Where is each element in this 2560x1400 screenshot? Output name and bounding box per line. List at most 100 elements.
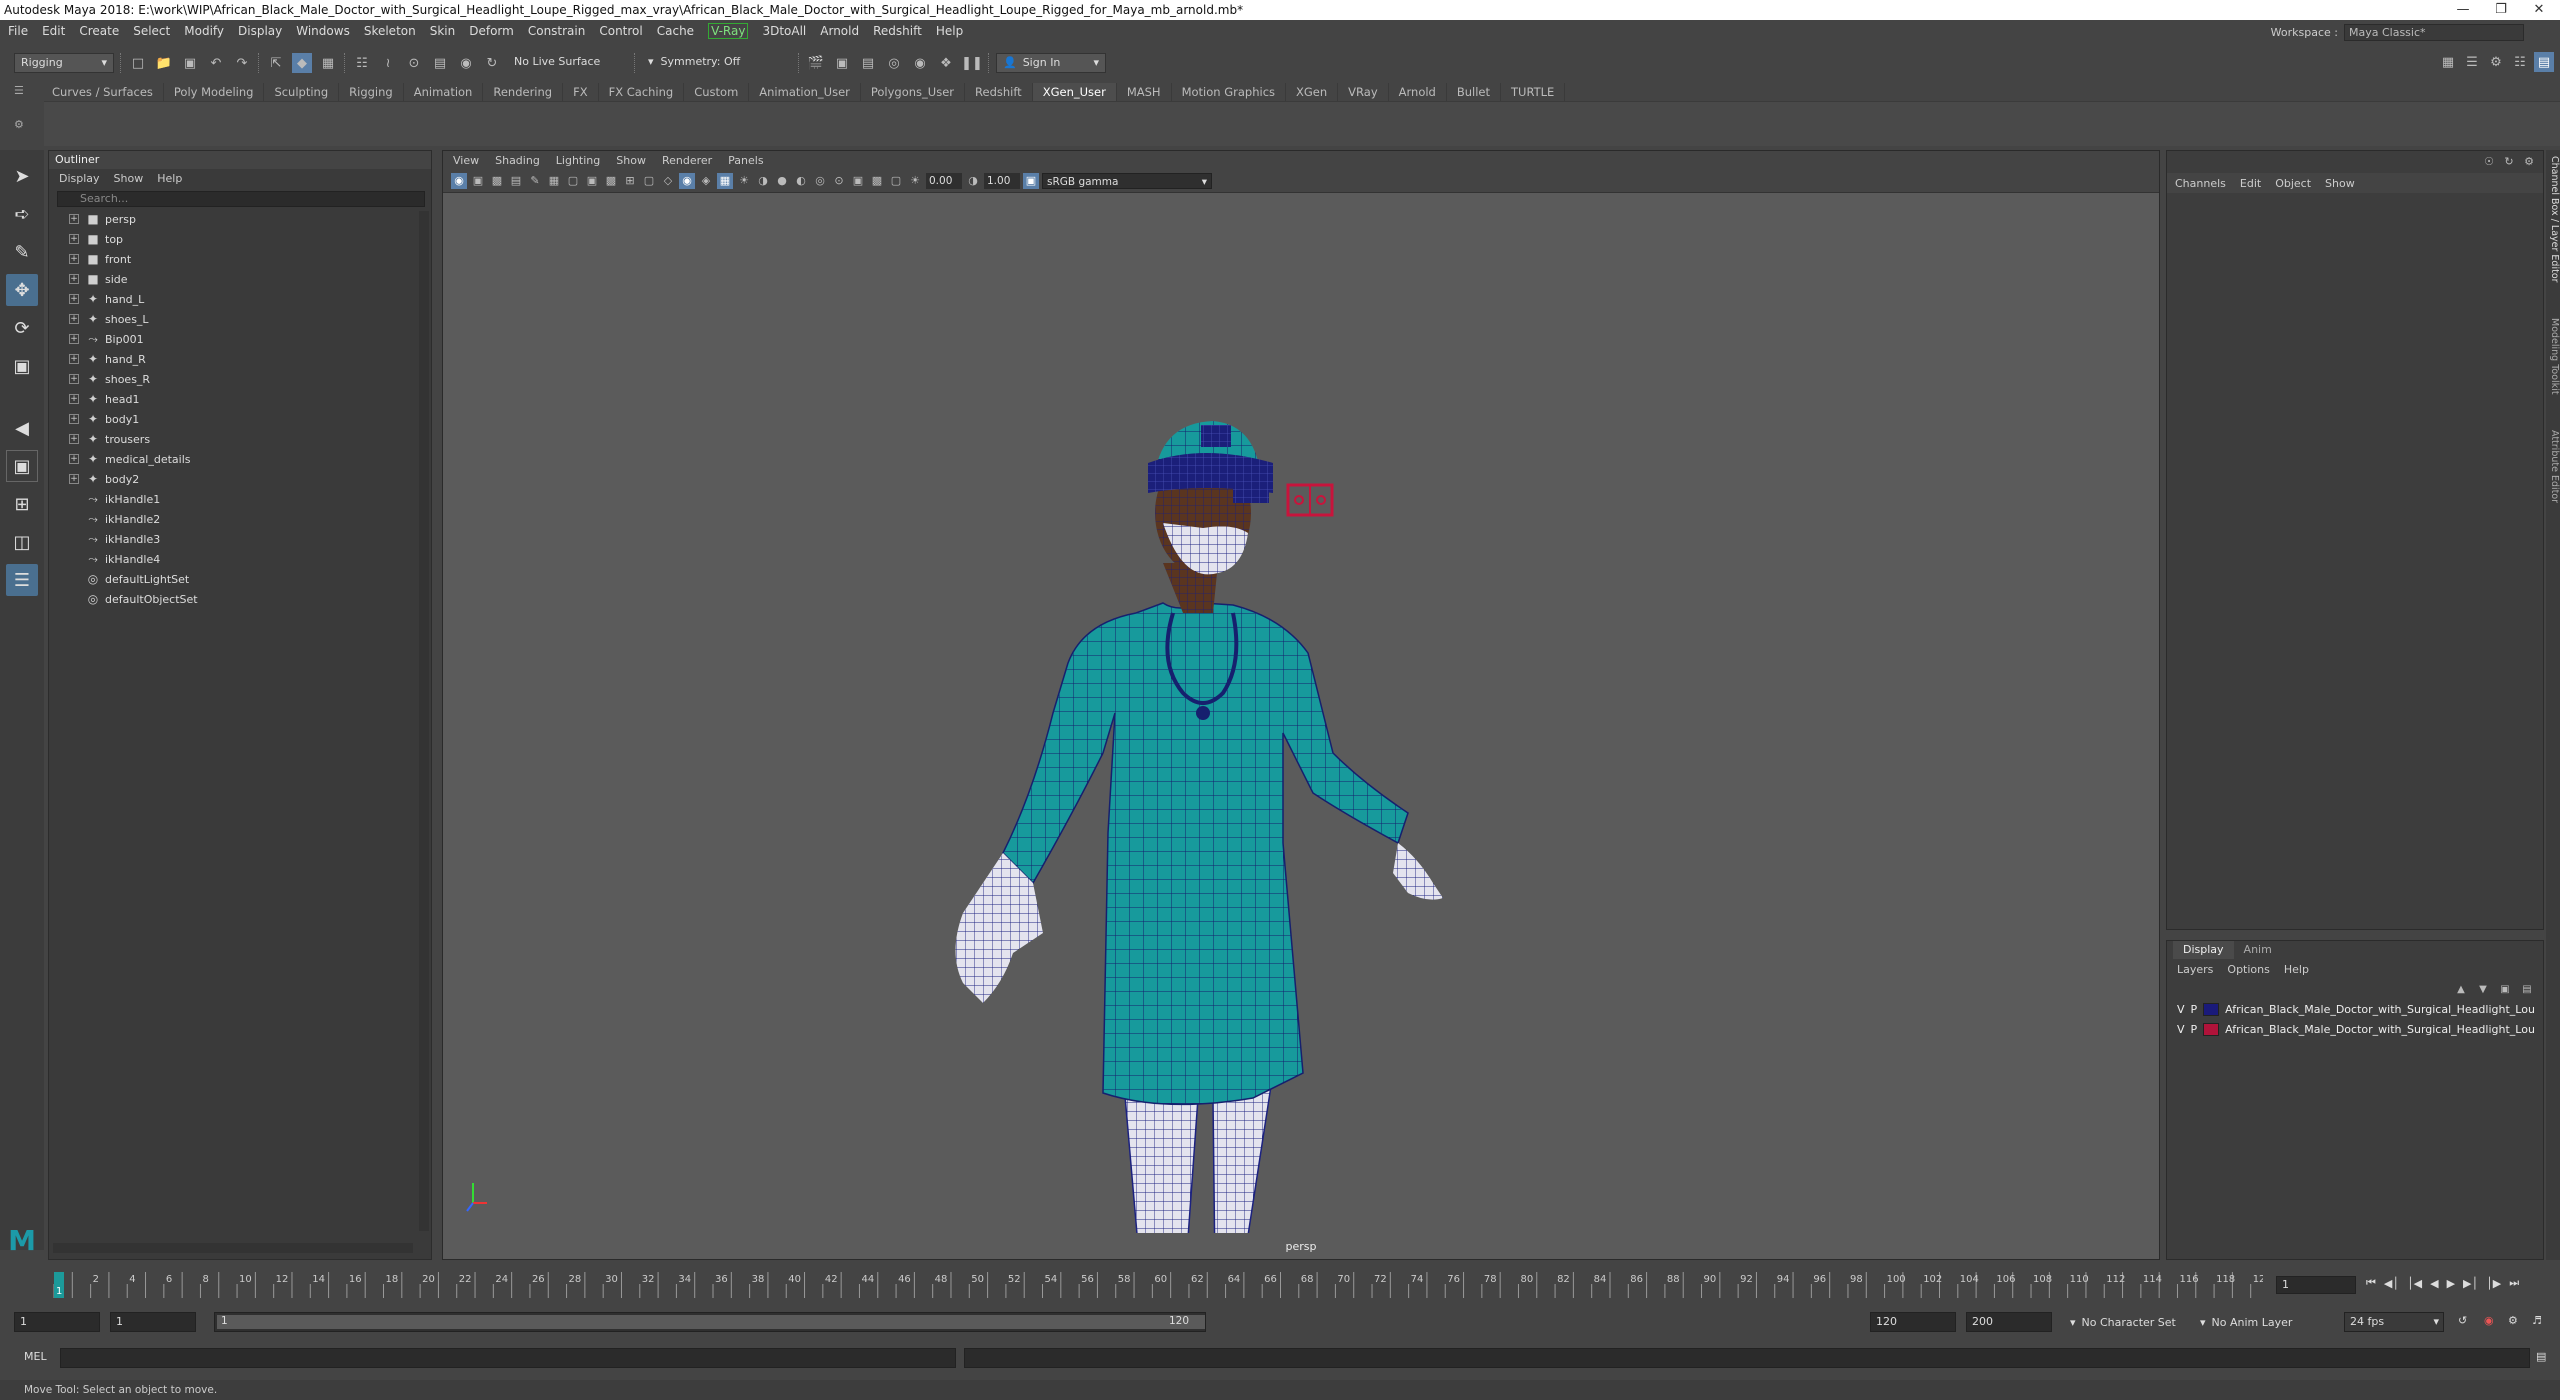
layer-name[interactable]: African_Black_Male_Doctor_with_Surgical_…: [2225, 1023, 2535, 1036]
minimize-icon[interactable]: —: [2444, 0, 2482, 20]
resolution-gate-icon[interactable]: ▣: [584, 173, 600, 189]
new-layer-icon[interactable]: ▣: [2497, 981, 2513, 997]
menu-item-cache[interactable]: Cache: [657, 24, 694, 38]
tool-settings-icon[interactable]: ⚙: [2486, 52, 2506, 72]
menu-item-skeleton[interactable]: Skeleton: [364, 24, 416, 38]
viewport-menu-panels[interactable]: Panels: [728, 154, 763, 167]
step-forward-frame-icon[interactable]: ▶│: [2463, 1277, 2478, 1290]
outliner-item-bip001[interactable]: + ⤳ Bip001: [49, 329, 431, 349]
shelf-tab-turtle[interactable]: TURTLE: [1501, 83, 1566, 101]
layer-visibility-toggle[interactable]: V: [2177, 1003, 2185, 1016]
outliner-item-ikhandle4[interactable]: ⤳ ikHandle4: [49, 549, 431, 569]
shelf-tab-xgen[interactable]: XGen: [1286, 83, 1339, 101]
exposure-field[interactable]: 0.00: [926, 172, 962, 189]
outliner-item-defaultlightset[interactable]: ◎ defaultLightSet: [49, 569, 431, 589]
shelf-tab-fx-caching[interactable]: FX Caching: [599, 83, 685, 101]
field-chart-icon[interactable]: ⊞: [622, 173, 638, 189]
outliner-layout-icon[interactable]: ☰: [6, 564, 38, 596]
outliner-item-body2[interactable]: + ✦ body2: [49, 469, 431, 489]
playback-end-field[interactable]: 120: [1870, 1312, 1956, 1332]
tab-channel-box-layer-editor[interactable]: Channel Box / Layer Editor: [2546, 156, 2560, 283]
paint-select-tool-icon[interactable]: ✎: [6, 236, 38, 268]
smooth-shade-icon[interactable]: ◉: [679, 172, 695, 189]
outliner-item-persp[interactable]: + ■ persp: [49, 209, 431, 229]
single-perspective-layout-icon[interactable]: ▣: [6, 450, 38, 482]
outliner-item-shoes-r[interactable]: + ✦ shoes_R: [49, 369, 431, 389]
select-tool-icon[interactable]: ➤: [6, 160, 38, 192]
render-settings-icon[interactable]: ◎: [884, 53, 904, 73]
tab-modeling-toolkit[interactable]: Modeling Toolkit: [2546, 318, 2560, 395]
anim-end-field[interactable]: 200: [1966, 1312, 2052, 1332]
outliner-item-ikhandle2[interactable]: ⤳ ikHandle2: [49, 509, 431, 529]
outliner-item-ikhandle1[interactable]: ⤳ ikHandle1: [49, 489, 431, 509]
menu-item-v-ray[interactable]: V-Ray: [708, 23, 749, 39]
outliner-scrollbar[interactable]: [419, 211, 429, 1231]
expand-icon[interactable]: +: [69, 234, 79, 244]
expand-icon[interactable]: +: [69, 394, 79, 404]
viewport-menu-shading[interactable]: Shading: [495, 154, 540, 167]
outliner-toggle-icon[interactable]: ▤: [2534, 52, 2554, 72]
expand-icon[interactable]: +: [69, 214, 79, 224]
step-back-key-icon[interactable]: ◀│: [2384, 1277, 2399, 1290]
menu-item-constrain[interactable]: Constrain: [528, 24, 586, 38]
shelf-tab-rendering[interactable]: Rendering: [483, 83, 564, 101]
new-scene-icon[interactable]: □: [128, 53, 148, 73]
character-set-dropdown[interactable]: ▾ No Character Set: [2070, 1312, 2176, 1332]
undo-icon[interactable]: ↶: [206, 53, 226, 73]
menu-item-edit[interactable]: Edit: [42, 24, 65, 38]
mel-label[interactable]: MEL: [24, 1350, 47, 1363]
safe-action-icon[interactable]: ▢: [641, 173, 657, 189]
menu-item-create[interactable]: Create: [79, 24, 119, 38]
shadows-icon[interactable]: ◑: [755, 173, 771, 189]
shelf-tab-mash[interactable]: MASH: [1117, 83, 1172, 101]
depth-of-field-icon[interactable]: ⊙: [831, 173, 847, 189]
shelf-tab-custom[interactable]: Custom: [684, 83, 750, 101]
viewport-menu-show[interactable]: Show: [616, 154, 646, 167]
menu-item-display[interactable]: Display: [238, 24, 282, 38]
layer-playback-toggle[interactable]: P: [2191, 1023, 2198, 1036]
expand-icon[interactable]: +: [69, 474, 79, 484]
menu-item-redshift[interactable]: Redshift: [873, 24, 922, 38]
shelf-tab-curves-surfaces[interactable]: Curves / Surfaces: [42, 83, 164, 101]
channel-box-icon[interactable]: ☷: [2510, 52, 2530, 72]
select-component-icon[interactable]: ▦: [318, 53, 338, 73]
layer-visibility-toggle[interactable]: V: [2177, 1023, 2185, 1036]
shelf-tab-motion-graphics[interactable]: Motion Graphics: [1172, 83, 1287, 101]
layer-menu-options[interactable]: Options: [2227, 963, 2269, 976]
auto-key-icon[interactable]: ◉: [2484, 1314, 2494, 1327]
select-hierarchy-icon[interactable]: ⇱: [266, 53, 286, 73]
expand-icon[interactable]: +: [69, 314, 79, 324]
viewport-menu-renderer[interactable]: Renderer: [662, 154, 712, 167]
outliner-item-trousers[interactable]: + ✦ trousers: [49, 429, 431, 449]
menu-item-3dtoall[interactable]: 3DtoAll: [762, 24, 806, 38]
shelf-settings-icon[interactable]: ⚙: [14, 118, 24, 131]
shelf-tab-redshift[interactable]: Redshift: [965, 83, 1033, 101]
pause-icon[interactable]: ❚❚: [961, 53, 983, 73]
channel-box-menu-channels[interactable]: Channels: [2175, 177, 2226, 190]
new-layer-from-selection-icon[interactable]: ▤: [2519, 981, 2535, 997]
snap-surface-icon[interactable]: ◉: [456, 53, 476, 73]
playback-start-field[interactable]: 1: [110, 1312, 196, 1332]
ipr-render-icon[interactable]: ▤: [858, 53, 878, 73]
channel-box-menu-object[interactable]: Object: [2275, 177, 2311, 190]
gate-mask-icon[interactable]: ▩: [603, 173, 619, 189]
grease-pencil-icon[interactable]: ✎: [527, 173, 543, 189]
bookmark-icon[interactable]: ▩: [489, 173, 505, 189]
shelf-tab-fx[interactable]: FX: [563, 83, 599, 101]
lasso-tool-icon[interactable]: ➪: [6, 198, 38, 230]
channel-box-settings-icon[interactable]: ⚙: [2521, 153, 2537, 169]
outliner-item-ikhandle3[interactable]: ⤳ ikHandle3: [49, 529, 431, 549]
outliner-item-body1[interactable]: + ✦ body1: [49, 409, 431, 429]
ambient-occlusion-icon[interactable]: ●: [774, 173, 790, 189]
camera-attributes-icon[interactable]: ▣: [470, 173, 486, 189]
character-model[interactable]: [443, 193, 2159, 1233]
grid-icon[interactable]: ▦: [546, 173, 562, 189]
four-view-layout-icon[interactable]: ⊞: [6, 488, 38, 520]
xray-icon[interactable]: ▩: [869, 173, 885, 189]
move-tool-icon[interactable]: ✥: [6, 274, 38, 306]
anim-prefs-icon[interactable]: ⚙: [2508, 1314, 2518, 1327]
menu-item-file[interactable]: File: [8, 24, 28, 38]
shelf-menu-icon[interactable]: ☰: [14, 84, 24, 97]
outliner-menu-help[interactable]: Help: [157, 172, 182, 185]
close-icon[interactable]: ✕: [2520, 0, 2558, 20]
